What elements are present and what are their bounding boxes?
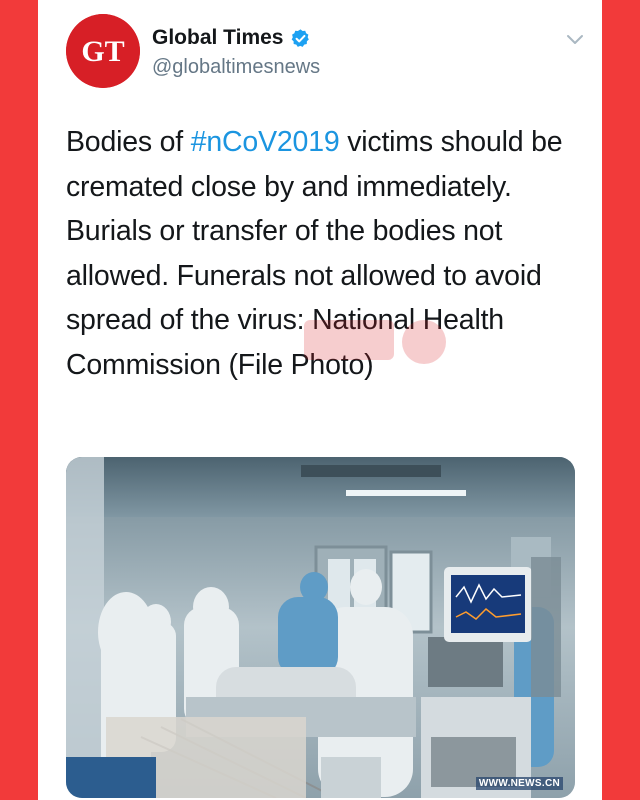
verified-badge-icon — [290, 28, 311, 49]
avatar[interactable]: GT — [66, 14, 140, 88]
display-name-row: Global Times — [152, 26, 320, 50]
avatar-text: GT — [81, 35, 124, 68]
hospital-scene-image — [66, 457, 575, 798]
display-name[interactable]: Global Times — [152, 26, 284, 50]
hashtag-link[interactable]: #nCoV2019 — [191, 126, 340, 158]
gt-logo-icon: GT — [66, 14, 140, 88]
tweet-text-start: Bodies of — [66, 126, 191, 158]
tweet-photo[interactable]: WWW.NEWS.CN — [66, 457, 575, 798]
photo-credit: WWW.NEWS.CN — [475, 777, 563, 790]
chevron-down-icon[interactable] — [564, 28, 586, 50]
author-names: Global Times @globaltimesnews — [152, 26, 320, 79]
tweet-header: GT Global Times @globaltimesnews — [66, 14, 586, 94]
tweet-text-rest: victims should be cremated close by and … — [66, 126, 563, 381]
handle[interactable]: @globaltimesnews — [152, 56, 320, 79]
tweet-card: GT Global Times @globaltimesnews Bodies … — [38, 0, 602, 800]
tweet-text: Bodies of #nCoV2019 victims should be cr… — [66, 120, 576, 387]
